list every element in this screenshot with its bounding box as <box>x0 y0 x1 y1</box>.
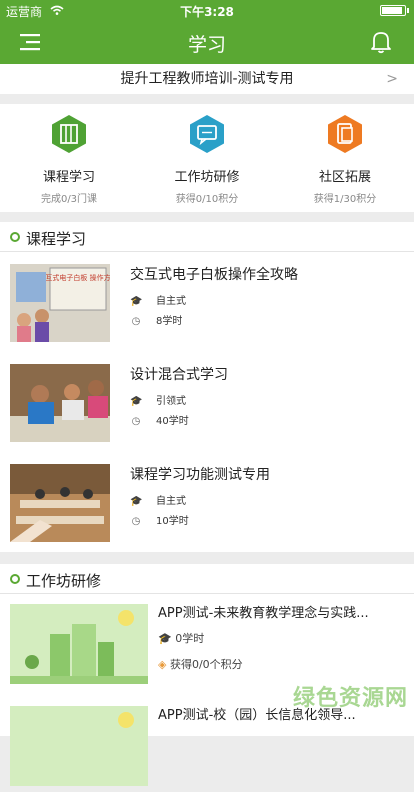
feature-progress: 完成0/3门课 <box>40 194 98 205</box>
project-banner[interactable]: 提升工程教师培训-测试专用 > <box>0 64 414 94</box>
clock: 下午3:28 <box>180 5 234 19</box>
course-mode: 自主式 <box>156 296 186 307</box>
course-thumbnail: 交互式电子白板 操作方法 <box>10 264 110 342</box>
course-title: 设计混合式学习 <box>130 367 228 383</box>
workshop-thumbnail <box>10 604 148 684</box>
workshop-item[interactable]: APP测试-校（园）长信息化领导... <box>0 700 414 792</box>
workshop-title: APP测试-未来教育教学理念与实践... <box>158 606 369 621</box>
section-header: 工作坊研修 <box>0 564 414 594</box>
section-title: 工作坊研修 <box>26 572 102 590</box>
graduation-cap-icon: 🎓 <box>130 296 143 307</box>
clock-icon: ◷ <box>131 516 141 527</box>
tablet-icon <box>328 115 362 153</box>
course-thumbnail <box>10 364 110 442</box>
course-mode: 自主式 <box>156 496 186 507</box>
graduation-cap-icon: 🎓 <box>158 632 172 645</box>
section-dot-icon <box>10 574 20 584</box>
course-thumbnail <box>10 464 110 542</box>
feature-label: 课程学习 <box>42 170 95 185</box>
thumb-caption: 交互式电子白板 操作方法 <box>38 273 110 282</box>
banner-text: 提升工程教师培训-测试专用 <box>120 71 294 87</box>
workshop-thumbnail <box>10 706 148 786</box>
course-hours: 8学时 <box>156 316 183 327</box>
diamond-icon: ◈ <box>158 658 167 671</box>
battery-icon <box>380 5 406 16</box>
book-icon <box>52 115 86 153</box>
feature-workshop[interactable]: 工作坊研修 获得0/10积分 <box>138 104 276 212</box>
section-title: 课程学习 <box>26 230 87 248</box>
course-item[interactable]: 设计混合式学习 🎓 引领式 ◷ 40学时 <box>0 352 414 452</box>
graduation-cap-icon: 🎓 <box>130 396 143 407</box>
chat-icon <box>190 115 224 153</box>
feature-progress: 获得1/30积分 <box>313 194 377 205</box>
course-mode: 引领式 <box>156 396 186 407</box>
workshop-hours: 0学时 <box>175 632 205 645</box>
clock-icon: ◷ <box>131 316 141 327</box>
status-bar: 运营商 下午3:28 <box>0 0 414 20</box>
nav-bar: 学习 <box>0 20 414 64</box>
page-title: 学习 <box>187 34 226 56</box>
clock-icon: ◷ <box>131 416 141 427</box>
watermark: 绿色资源网 <box>292 686 408 711</box>
course-hours: 40学时 <box>156 416 189 427</box>
section-header: 课程学习 <box>0 222 414 252</box>
feature-community[interactable]: 社区拓展 获得1/30积分 <box>276 104 414 212</box>
course-title: 交互式电子白板操作全攻略 <box>130 267 298 283</box>
feature-row: 课程学习 完成0/3门课 工作坊研修 获得0/10积分 社区拓展 获得1/30积… <box>0 104 414 212</box>
graduation-cap-icon: 🎓 <box>130 496 143 507</box>
feature-course-study[interactable]: 课程学习 完成0/3门课 <box>0 104 138 212</box>
bell-icon[interactable] <box>370 30 392 54</box>
course-item[interactable]: 课程学习功能测试专用 🎓 自主式 ◷ 10学时 <box>0 452 414 552</box>
course-hours: 10学时 <box>156 516 189 527</box>
feature-label: 社区拓展 <box>318 170 371 185</box>
course-item[interactable]: 交互式电子白板 操作方法 交互式电子白板操作全攻略 🎓 自主式 ◷ 8学时 <box>0 252 414 352</box>
chevron-right-icon: > <box>386 71 398 87</box>
feature-label: 工作坊研修 <box>174 170 240 185</box>
workshop-item[interactable]: APP测试-未来教育教学理念与实践... 🎓 0学时 ◈ 获得0/0个积分 <box>0 598 414 690</box>
course-title: 课程学习功能测试专用 <box>130 467 270 483</box>
section-dot-icon <box>10 232 20 242</box>
feature-progress: 获得0/10积分 <box>175 194 239 205</box>
workshop-points: 获得0/0个积分 <box>169 658 243 671</box>
course-section: 课程学习 交互式电子白板 操作方法 交互式电子白板操作全攻略 🎓 自主式 ◷ 8学时 <box>0 222 414 552</box>
